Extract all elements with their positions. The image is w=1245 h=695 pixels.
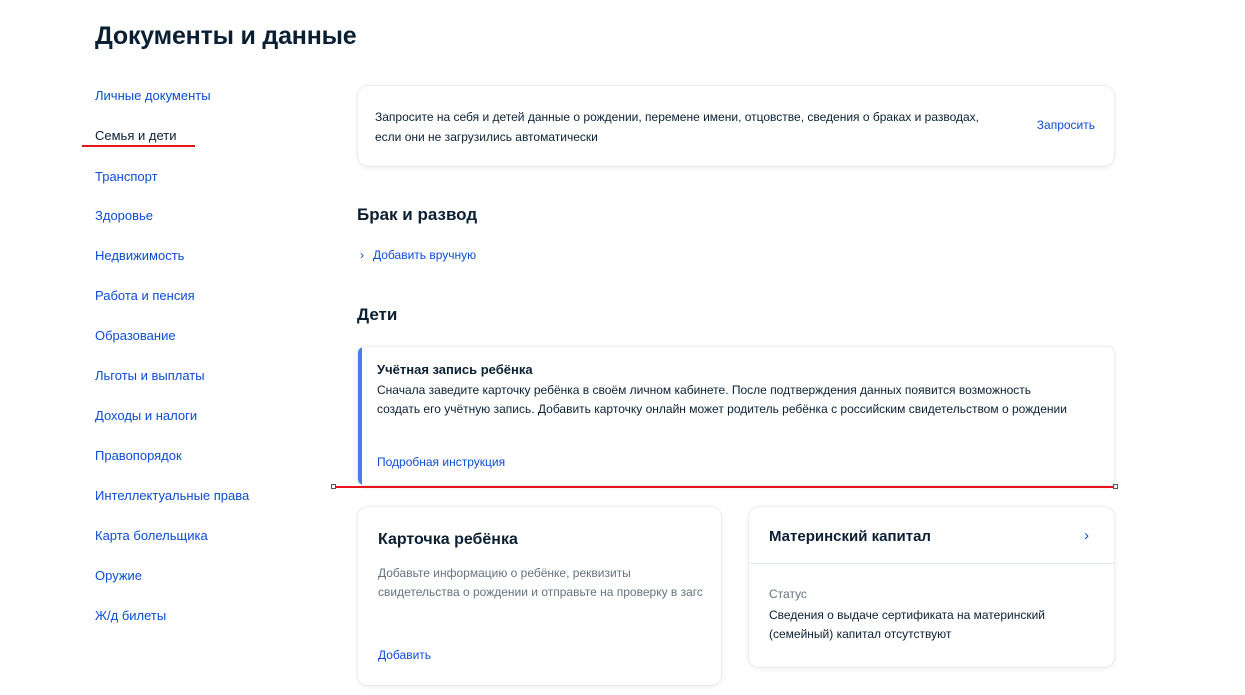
request-banner-text: Запросите на себя и детей данные о рожде… xyxy=(375,110,980,144)
annotation-line-handle-left xyxy=(331,484,336,489)
sidebar-item-benefits[interactable]: Льготы и выплаты xyxy=(95,368,205,383)
sidebar-item-work-pension[interactable]: Работа и пенсия xyxy=(95,288,195,303)
page-title: Документы и данные xyxy=(95,22,357,50)
request-button[interactable]: Запросить xyxy=(1037,118,1095,132)
sidebar-item-transport[interactable]: Транспорт xyxy=(95,169,158,184)
sidebar-item-law-order[interactable]: Правопорядок xyxy=(95,448,182,463)
annotation-red-line xyxy=(333,486,1116,488)
status-text: Сведения о выдаче сертификата на материн… xyxy=(769,608,1045,641)
add-manually-link[interactable]: › Добавить вручную xyxy=(360,248,476,262)
child-account-text: Сначала заведите карточку ребёнка в своё… xyxy=(377,383,1067,416)
child-card: Карточка ребёнка Добавьте информацию о р… xyxy=(358,507,721,685)
sidebar-item-weapons[interactable]: Оружие xyxy=(95,568,142,583)
child-card-description: Добавьте информацию о ребёнке, реквизиты… xyxy=(378,566,703,599)
request-data-banner: Запросите на себя и детей данные о рожде… xyxy=(358,86,1114,166)
sidebar-item-health[interactable]: Здоровье xyxy=(95,208,153,223)
child-account-title: Учётная запись ребёнка xyxy=(377,362,533,377)
sidebar-item-income-taxes[interactable]: Доходы и налоги xyxy=(95,408,197,423)
status-label: Статус xyxy=(769,587,807,601)
sidebar-item-education[interactable]: Образование xyxy=(95,328,176,343)
add-manually-label: Добавить вручную xyxy=(373,248,477,262)
sidebar-item-intellectual-rights[interactable]: Интеллектуальные права xyxy=(95,488,249,503)
children-section-heading: Дети xyxy=(357,305,398,324)
sidebar-item-real-estate[interactable]: Недвижимость xyxy=(95,248,184,263)
marriage-section-heading: Брак и развод xyxy=(357,205,478,224)
child-card-title: Карточка ребёнка xyxy=(378,531,518,548)
add-child-button[interactable]: Добавить xyxy=(378,648,431,662)
sidebar-item-personal-documents[interactable]: Личные документы xyxy=(95,88,211,103)
detailed-instructions-link[interactable]: Подробная инструкция xyxy=(377,455,505,469)
sidebar-item-rail-tickets[interactable]: Ж/д билеты xyxy=(95,608,166,623)
sidebar-item-family-children[interactable]: Семья и дети xyxy=(95,128,176,143)
chevron-right-icon: › xyxy=(1084,527,1089,544)
notice-accent-bar xyxy=(358,347,362,485)
maternity-capital-card[interactable]: Материнский капитал › Статус Сведения о … xyxy=(749,507,1114,667)
card-divider xyxy=(749,563,1114,564)
child-account-notice: Учётная запись ребёнка Сначала заведите … xyxy=(358,347,1114,485)
chevron-right-icon: › xyxy=(360,248,364,262)
maternity-capital-title: Материнский капитал xyxy=(769,528,931,545)
active-item-annotation-underline xyxy=(82,145,195,147)
annotation-line-handle-right xyxy=(1113,484,1118,489)
sidebar-item-fan-card[interactable]: Карта болельщика xyxy=(95,528,208,543)
